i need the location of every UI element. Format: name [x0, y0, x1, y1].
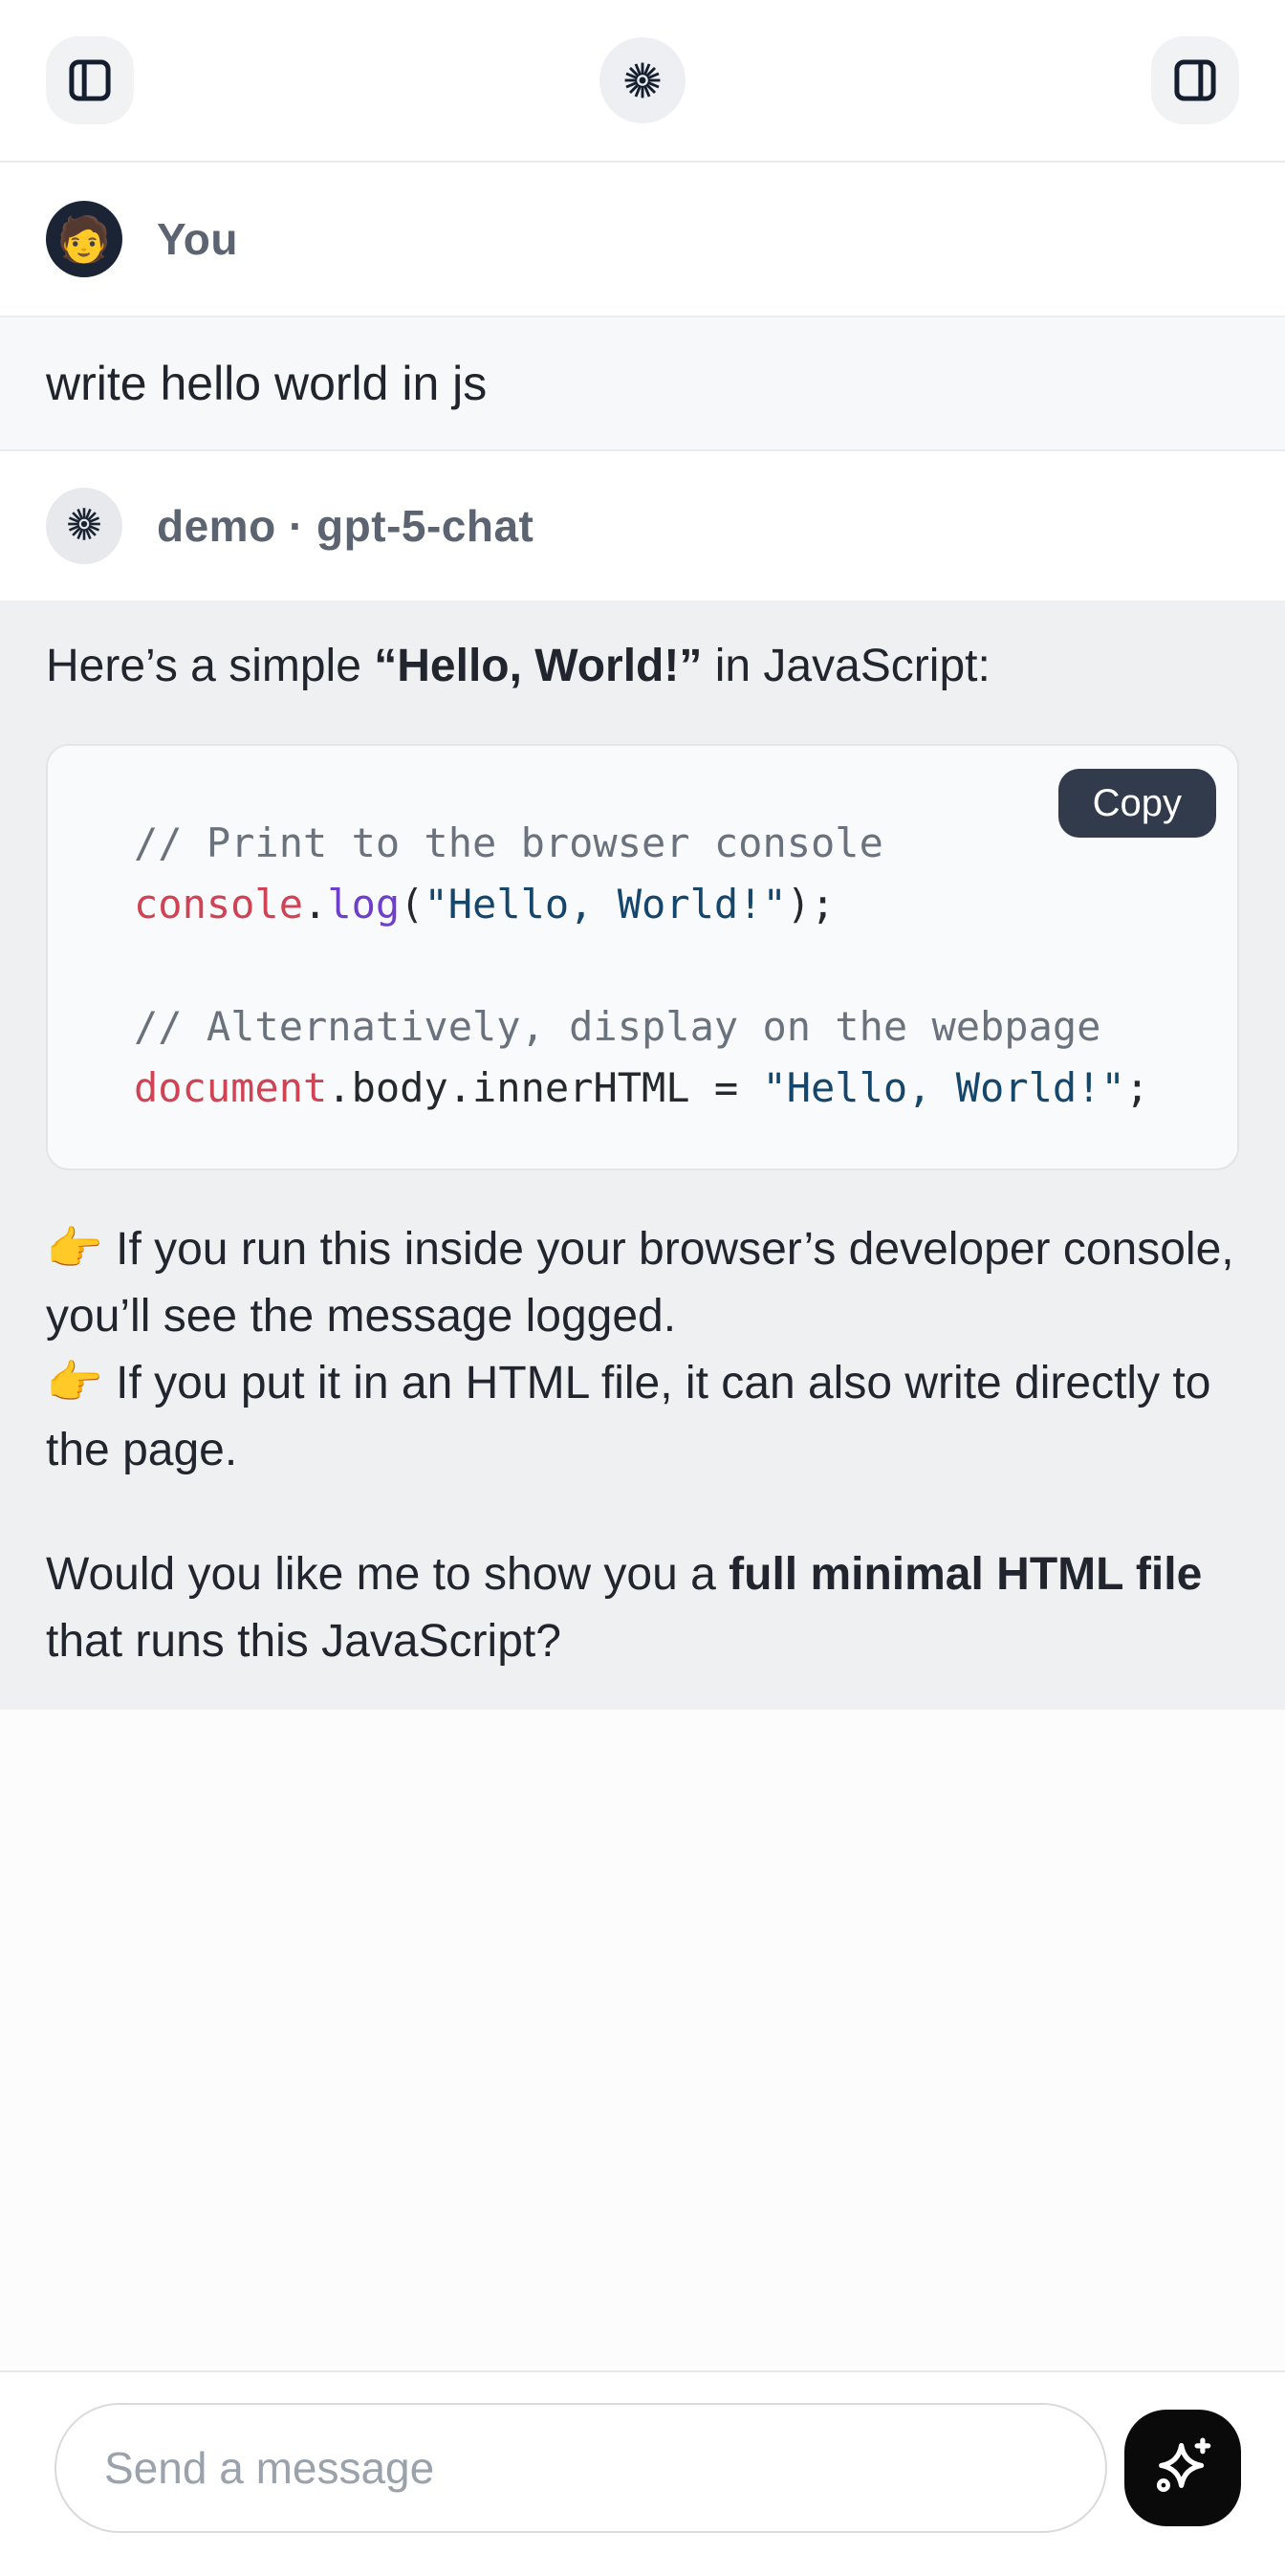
assistant-pointers-paragraph: 👉 If you run this inside your browser’s … — [46, 1216, 1239, 1484]
user-sender-row: 🧑 You — [0, 163, 1285, 316]
panel-right-icon — [1170, 55, 1220, 105]
right-panel-toggle-button[interactable] — [1151, 36, 1239, 124]
starburst-icon — [621, 58, 664, 102]
assistant-message: Here’s a simple “Hello, World!” in JavaS… — [0, 600, 1285, 1710]
chat-empty-area — [0, 1710, 1285, 2370]
starburst-avatar-icon — [64, 504, 104, 549]
sidebar-toggle-button[interactable] — [46, 36, 134, 124]
assistant-intro-paragraph: Here’s a simple “Hello, World!” in JavaS… — [46, 633, 1239, 700]
assistant-avatar — [46, 488, 122, 564]
top-bar — [0, 0, 1285, 163]
user-message: write hello world in js — [0, 316, 1285, 451]
assistant-sender-name: demo · gpt-5-chat — [157, 500, 534, 552]
app-logo-button[interactable] — [599, 37, 686, 123]
assistant-closing-paragraph: Would you like me to show you a full min… — [46, 1541, 1239, 1675]
code-block: Copy // Print to the browser consolecons… — [46, 744, 1239, 1170]
copy-button[interactable]: Copy — [1058, 769, 1216, 838]
user-sender-name: You — [157, 213, 238, 265]
chat-app: 🧑 You write hello world in js — [0, 0, 1285, 2576]
sparkles-icon — [1151, 2434, 1214, 2500]
user-message-text: write hello world in js — [46, 356, 487, 411]
panel-left-icon — [65, 55, 115, 105]
user-avatar: 🧑 — [46, 201, 122, 277]
message-input[interactable] — [54, 2403, 1107, 2533]
code-content: // Print to the browser consoleconsole.l… — [134, 813, 1199, 1119]
user-avatar-emoji: 🧑 — [56, 217, 111, 261]
assistant-sender-row: demo · gpt-5-chat — [0, 451, 1285, 600]
composer-bar — [0, 2370, 1285, 2576]
sparkle-send-button[interactable] — [1124, 2410, 1241, 2526]
